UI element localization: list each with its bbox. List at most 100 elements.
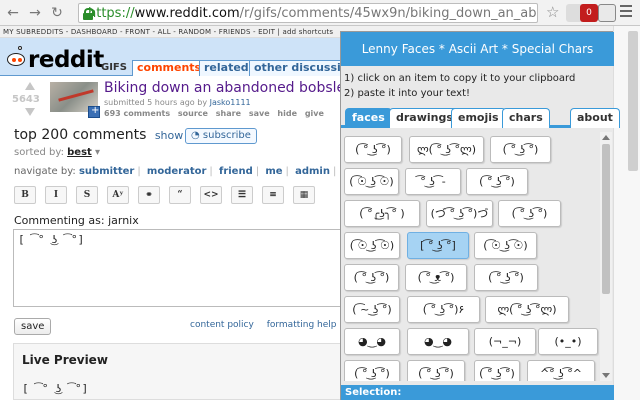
- tab-comments[interactable]: comments: [132, 60, 207, 76]
- chevron-down-icon[interactable]: ▾: [92, 147, 100, 158]
- face-item[interactable]: ( ͡° ͜ʖ ͡°): [466, 168, 528, 195]
- popup-scroll-thumb[interactable]: [602, 144, 610, 294]
- save-link[interactable]: save: [249, 109, 270, 118]
- navigate-me[interactable]: me: [265, 166, 282, 177]
- link-button[interactable]: ⚭: [138, 186, 160, 204]
- comments-link[interactable]: 693 comments: [104, 109, 170, 118]
- face-item[interactable]: ( ͡° ͜ʖ ͡°): [498, 200, 561, 227]
- tab-faces[interactable]: faces: [345, 108, 392, 128]
- face-item[interactable]: ( ͡° ͜ʖ ͡°): [490, 136, 551, 163]
- downvote-icon[interactable]: [25, 108, 35, 116]
- popup-tabs: faces drawings emojis chars about: [341, 106, 620, 128]
- face-item[interactable]: ( ͡☉ ͜ʖ ͡☉): [474, 232, 537, 259]
- tab-drawings[interactable]: drawings: [389, 108, 460, 128]
- navigate-admin[interactable]: admin: [295, 166, 330, 177]
- italic-button[interactable]: I: [45, 186, 67, 204]
- face-item[interactable]: (•_•): [538, 328, 598, 355]
- give-link[interactable]: give: [305, 109, 324, 118]
- post-author[interactable]: Jasko1111: [210, 98, 251, 107]
- expando-icon[interactable]: [88, 105, 100, 118]
- reddit-logo[interactable]: reddit: [28, 46, 104, 74]
- face-item[interactable]: ( ͡° ͜ʖ ͡°): [474, 264, 538, 291]
- post-meta: submitted 5 hours ago by Jasko1111: [104, 98, 251, 107]
- back-icon[interactable]: ←: [4, 4, 22, 22]
- superscript-button[interactable]: Aʸ: [107, 186, 129, 204]
- quote-button[interactable]: “: [169, 186, 191, 204]
- subscribe-icon: ◔: [191, 130, 203, 141]
- browser-toolbar: ← → ↻ https:// www.reddit.com /r/gifs/co…: [0, 0, 640, 26]
- face-item[interactable]: ( ͡° ͜ʖ ͡°): [344, 136, 402, 163]
- tab-related[interactable]: related: [199, 60, 254, 76]
- share-link[interactable]: share: [216, 109, 241, 118]
- scroll-down-icon[interactable]: [602, 373, 610, 378]
- bold-button[interactable]: B: [14, 186, 36, 204]
- scroll-up-icon[interactable]: [602, 135, 610, 140]
- bookmark-star-icon[interactable]: ☆: [546, 3, 559, 21]
- face-item[interactable]: ^͡° ͜ʖ ͡°^: [527, 360, 595, 381]
- face-item[interactable]: ◕‿◕: [344, 328, 400, 355]
- face-item[interactable]: ( ͡° ͜ʖ ͡°): [474, 360, 520, 381]
- navigate-moderator[interactable]: moderator: [147, 166, 207, 177]
- popup-title: Lenny Faces * Ascii Art * Special Chars: [341, 32, 614, 66]
- face-item[interactable]: ლ( ͡° ͜ʖ ͡°ლ): [485, 296, 569, 323]
- face-item[interactable]: ( ͡° ͜ʖ ͡°): [407, 360, 465, 381]
- menu-icon[interactable]: [620, 5, 632, 20]
- navigate-submitter[interactable]: submitter: [79, 166, 134, 177]
- policy-links: content policy formatting help: [190, 320, 347, 330]
- live-preview-text: [ ͡° ͜ʖ ͡°]: [22, 382, 89, 395]
- tab-chars[interactable]: chars: [502, 108, 550, 128]
- code-button[interactable]: <>: [200, 186, 222, 204]
- face-item[interactable]: ( ͡☉ ͜ʖ ͡☉): [344, 168, 399, 195]
- face-item[interactable]: ლ( ͡° ͜ʖ ͡°ლ): [409, 136, 484, 163]
- face-item[interactable]: ◕‿◕: [407, 328, 469, 355]
- face-item[interactable]: ( ͡☉ ͜ʖ ͡☉): [344, 232, 400, 259]
- face-item[interactable]: ( ͡~ ͜ʖ ͡°): [344, 296, 400, 323]
- navigate-by: navigate by: submitter | moderator | frien…: [14, 166, 381, 177]
- table-button[interactable]: ▦: [293, 186, 315, 204]
- hide-link[interactable]: hide: [277, 109, 297, 118]
- bullet-list-button[interactable]: ☰: [231, 186, 253, 204]
- content-policy-link[interactable]: content policy: [190, 320, 254, 330]
- numbered-list-button[interactable]: ≡: [262, 186, 284, 204]
- face-item[interactable]: ( ͡° ͜ʖ ͡°): [344, 360, 400, 381]
- sort-selector[interactable]: sorted by: best ▾: [14, 147, 100, 158]
- face-item[interactable]: ͡° ͜ʖ ͡ -: [405, 168, 461, 195]
- sorted-by-value[interactable]: best: [67, 147, 92, 158]
- navigate-by-label: navigate by:: [14, 166, 76, 177]
- live-preview-title: Live Preview: [22, 353, 108, 367]
- ublock-icon[interactable]: 0: [580, 4, 598, 22]
- post-actions: 693 comments source share save hide give: [104, 109, 329, 118]
- comments-heading: top 200 comments show 500: [14, 127, 208, 143]
- subreddit-name[interactable]: GIFS: [101, 62, 127, 73]
- url-host: www.reddit.com: [134, 5, 240, 21]
- face-item[interactable]: (づ ͡° ͜ʖ ͡°)づ: [426, 200, 493, 227]
- face-item[interactable]: ( ͡° ͜ʖ ͡°)۶: [407, 296, 480, 323]
- tab-emojis[interactable]: emojis: [451, 108, 506, 128]
- address-bar[interactable]: https:// www.reddit.com /r/gifs/comments…: [78, 3, 538, 23]
- subscribe-button[interactable]: ◔ subscribe: [185, 128, 257, 144]
- post-title[interactable]: Biking down an abandoned bobsled tr: [104, 80, 370, 96]
- selection-bar: Selection:: [341, 385, 614, 400]
- strike-button[interactable]: S: [76, 186, 98, 204]
- lenny-extension-icon[interactable]: [598, 4, 616, 22]
- forward-icon[interactable]: →: [26, 4, 44, 22]
- formatting-help-link[interactable]: formatting help: [267, 320, 337, 330]
- faces-grid: ( ͡° ͜ʖ ͡°) ლ( ͡° ͜ʖ ͡°ლ)( ͡° ͜ʖ ͡°)( ͡☉ …: [341, 132, 599, 381]
- commenting-as: Commenting as: jarnix: [14, 214, 139, 227]
- face-item[interactable]: ( ͡° ͜ʖ ͡°): [344, 264, 399, 291]
- subscribe-label: subscribe: [202, 130, 251, 141]
- face-item[interactable]: ( ͡° ͜ᴥ ͡°): [405, 264, 467, 291]
- navigate-friend[interactable]: friend: [219, 166, 253, 177]
- face-item[interactable]: [ ͡° ͜ʖ ͡°]: [407, 232, 469, 259]
- reddit-alien-logo-icon[interactable]: [5, 46, 27, 70]
- face-item[interactable]: (¬_¬): [474, 328, 536, 355]
- tab-about[interactable]: about: [570, 108, 620, 128]
- page-scrollbar[interactable]: [628, 31, 638, 171]
- upvote-icon[interactable]: [25, 82, 35, 90]
- source-link[interactable]: source: [178, 109, 208, 118]
- face-item[interactable]: ( ͡°╭͜ʖ╮͡° ): [344, 200, 420, 227]
- save-button[interactable]: save: [14, 318, 52, 335]
- reload-icon[interactable]: ↻: [48, 4, 66, 22]
- comment-textarea[interactable]: [ ͡° ͜ʖ ͡°]: [13, 229, 343, 307]
- popup-scrollbar[interactable]: [600, 132, 612, 381]
